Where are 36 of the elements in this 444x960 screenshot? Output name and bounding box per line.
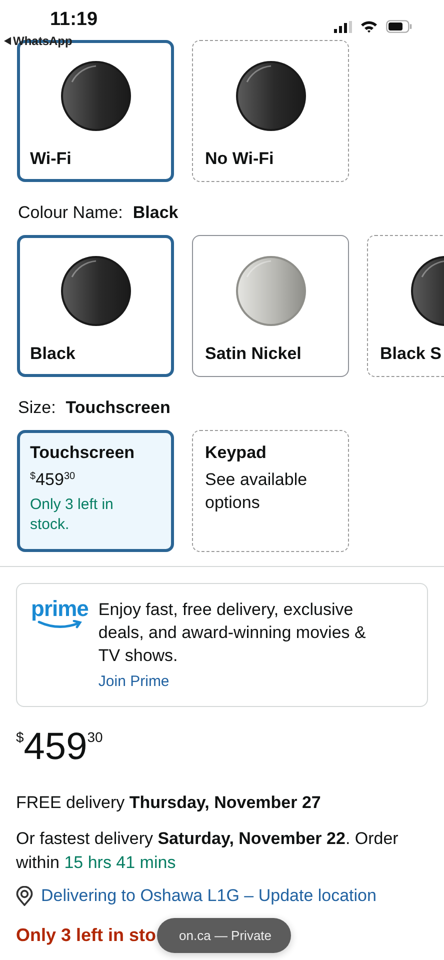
size-option[interactable]: Keypad See available options: [192, 430, 349, 552]
browser-address-pill[interactable]: on.ca — Private: [157, 918, 291, 953]
price: $^{$}$459$^{30}$: [16, 725, 103, 769]
colour-value: Black: [132, 203, 178, 223]
option-title: Touchscreen: [30, 443, 136, 463]
stock-note: Only 3 left in stock.: [30, 495, 114, 535]
location-pin-icon: [16, 886, 33, 906]
variant-option[interactable]: Black: [17, 235, 174, 377]
free-delivery-text: FREE delivery Thursday, November 27: [15, 792, 322, 814]
join-prime-link[interactable]: Join Prime: [98, 673, 170, 690]
prime-description: Enjoy fast, free delivery, exclusive deals, and award-winning movies & TV shows.: [98, 599, 367, 667]
option-label: No Wi-Fi: [205, 149, 274, 169]
option-note: See available options: [205, 469, 308, 514]
fastest-delivery-text: Or fastest delivery Saturday, November 22. Order within 15 hrs 41 mins: [15, 828, 400, 874]
variant-option[interactable]: Black S: [367, 235, 444, 377]
size-option[interactable]: Touchscreen $^{$}$459$^{30}$ Only 3 left in stock.: [17, 430, 174, 552]
signal-icon: [334, 20, 352, 32]
option-label: Black S: [380, 344, 442, 364]
size-value: Touchscreen: [66, 398, 170, 418]
back-icon[interactable]: [4, 37, 11, 45]
delivery-location-link[interactable]: Delivering to Oshawa L1G – Update location: [41, 886, 376, 906]
variant-option[interactable]: No Wi-Fi: [192, 40, 349, 182]
status-time: 11:19: [50, 9, 98, 31]
battery-icon: [386, 20, 412, 33]
option-label: Satin Nickel: [205, 344, 302, 364]
variant-option[interactable]: Satin Nickel: [192, 235, 349, 377]
prime-logo: prime: [31, 598, 88, 620]
option-price: $^{$}$459$^{30}$: [30, 470, 76, 490]
size-label: Size:: [18, 398, 56, 418]
colour-label: Colour Name:: [18, 203, 123, 223]
option-label: Wi-Fi: [30, 149, 72, 169]
smile-arrow-icon: [36, 620, 83, 630]
stock-warning: Only 3 left in sto: [16, 925, 156, 946]
wifi-icon: [360, 20, 378, 33]
option-label: Black: [30, 344, 76, 364]
option-title: Keypad: [205, 443, 268, 463]
